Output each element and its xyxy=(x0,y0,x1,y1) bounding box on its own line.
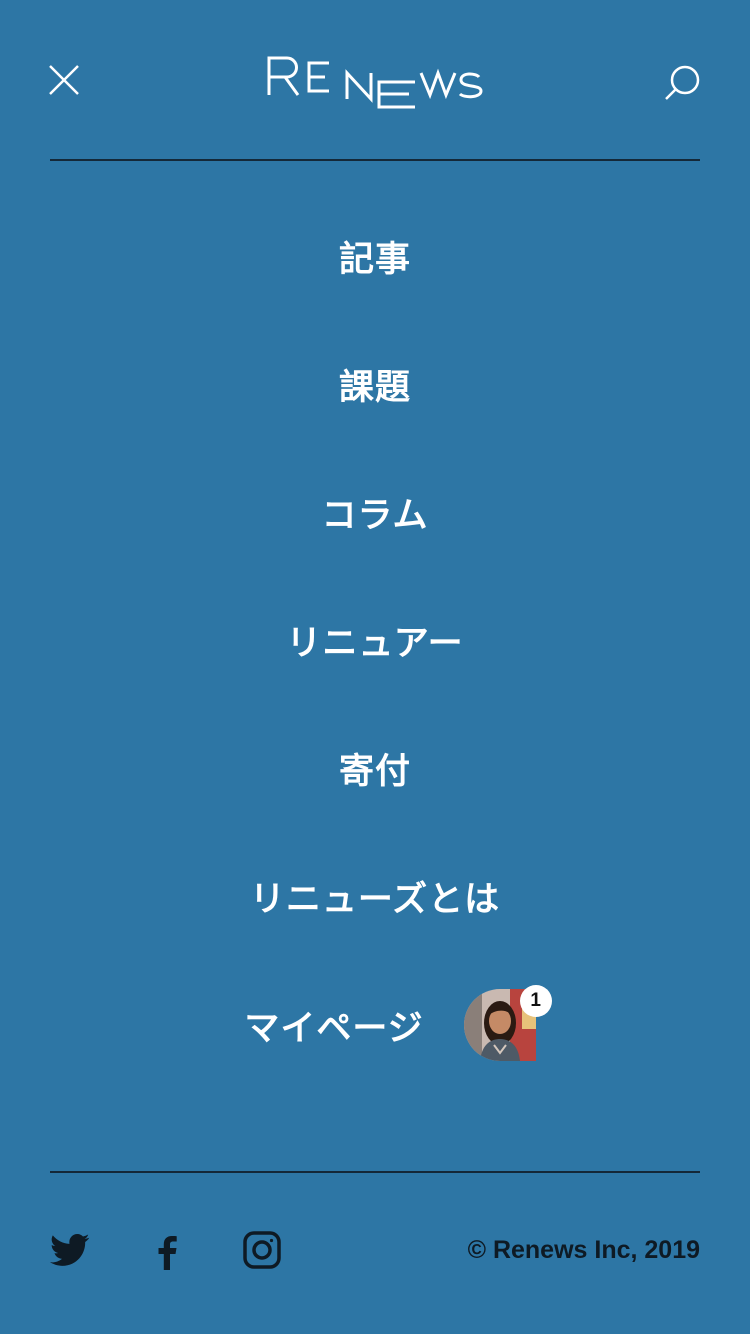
nav-item-columns[interactable]: コラム xyxy=(0,448,750,576)
nav-item-renewers[interactable]: リニュアー xyxy=(0,576,750,704)
instagram-icon xyxy=(243,1231,281,1269)
footer-divider xyxy=(50,1171,700,1173)
search-icon xyxy=(665,65,700,100)
nav-item-issues[interactable]: 課題 xyxy=(0,320,750,448)
mypage-row: マイページ 1 xyxy=(244,985,552,1061)
main-nav-menu: 記事 課題 コラム リニュアー 寄付 リニューズとは マイページ 1 xyxy=(0,192,750,1090)
avatar[interactable]: 1 xyxy=(463,985,552,1061)
nav-item-label: リニュアー xyxy=(286,623,464,664)
close-button[interactable] xyxy=(44,60,84,100)
twitter-icon xyxy=(50,1234,90,1266)
nav-item-label: 課題 xyxy=(338,367,411,408)
twitter-link[interactable] xyxy=(50,1230,94,1274)
instagram-link[interactable] xyxy=(242,1230,286,1274)
search-button[interactable] xyxy=(660,60,704,104)
footer: © Renews Inc, 2019 xyxy=(50,1230,700,1274)
close-icon xyxy=(49,65,79,95)
header-divider xyxy=(50,159,700,161)
nav-item-label: 記事 xyxy=(338,239,411,280)
copyright-text: © Renews Inc, 2019 xyxy=(467,1236,700,1264)
nav-item-label: リニューズとは xyxy=(249,879,501,920)
nav-item-donate[interactable]: 寄付 xyxy=(0,704,750,832)
nav-item-label: コラム xyxy=(321,495,429,536)
renews-logo[interactable] xyxy=(265,55,485,110)
facebook-link[interactable] xyxy=(146,1230,190,1274)
nav-item-label: 寄付 xyxy=(338,751,411,792)
nav-item-label: マイページ xyxy=(244,1008,424,1049)
nav-item-about[interactable]: リニューズとは xyxy=(0,832,750,960)
nav-item-articles[interactable]: 記事 xyxy=(0,192,750,320)
notification-badge: 1 xyxy=(519,985,552,1017)
nav-item-mypage[interactable]: マイページ 1 xyxy=(0,960,750,1090)
facebook-icon xyxy=(158,1236,177,1270)
